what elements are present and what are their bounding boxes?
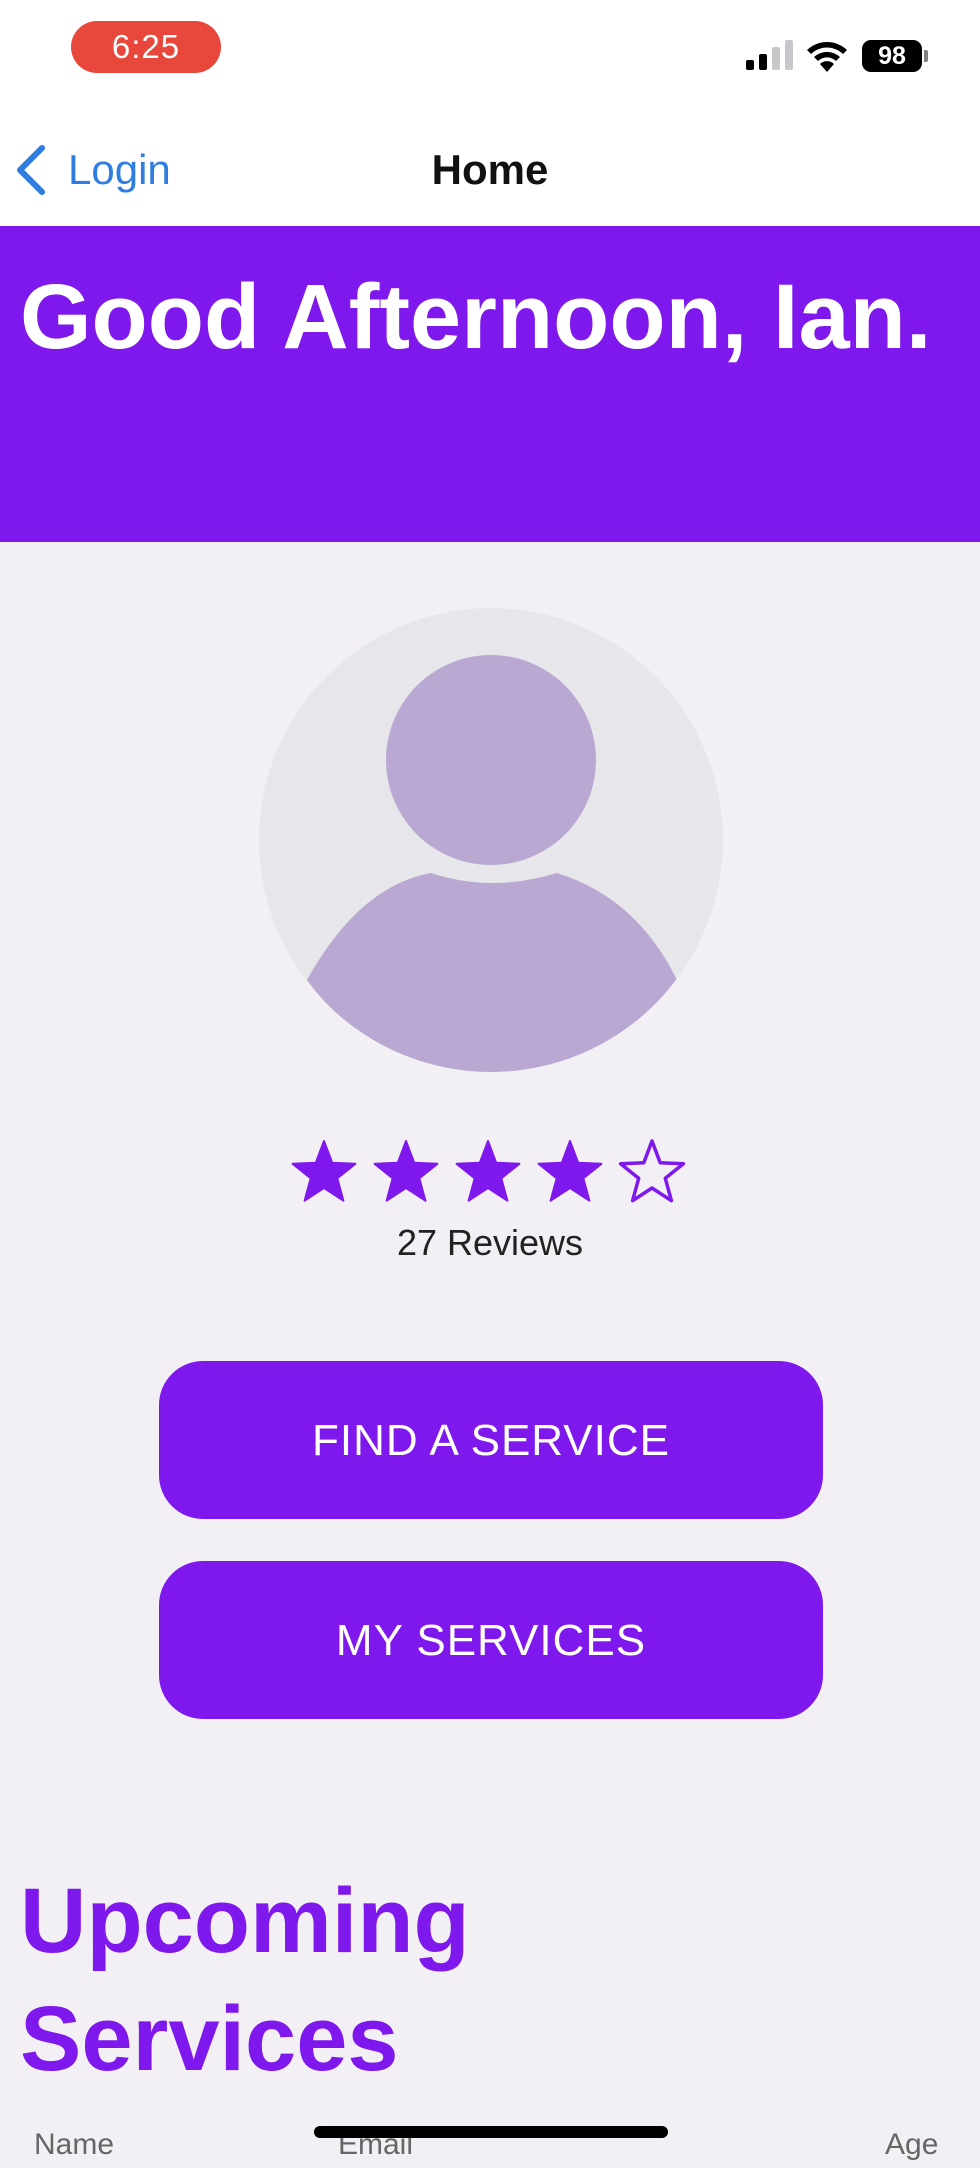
cellular-signal-icon	[746, 40, 793, 70]
home-indicator[interactable]	[314, 2126, 668, 2138]
star-filled-icon	[373, 1140, 439, 1202]
star-outline-icon	[618, 1139, 686, 1203]
status-bar: 6:25 98	[0, 0, 980, 110]
status-time: 6:25	[71, 21, 221, 73]
page-title: Home	[431, 146, 549, 193]
avatar[interactable]	[259, 608, 723, 1072]
battery-tip	[924, 50, 928, 62]
greeting-text: Good Afternoon, Ian.	[20, 266, 932, 368]
star-filled-icon	[291, 1140, 357, 1202]
reviews-count: 27 Reviews	[396, 1222, 584, 1263]
star-filled-icon	[537, 1140, 603, 1202]
person-silhouette-icon	[307, 655, 677, 1072]
star-filled-icon	[455, 1140, 521, 1202]
battery-icon: 98	[862, 40, 922, 72]
column-header-age[interactable]: Age	[885, 2128, 938, 2162]
navigation-bar: Login Home	[0, 110, 980, 226]
column-header-name[interactable]: Name	[34, 2128, 114, 2162]
greeting-banner: Good Afternoon, Ian.	[0, 226, 980, 542]
rating-stars	[291, 1139, 686, 1203]
my-services-button[interactable]: MY SERVICES	[159, 1561, 823, 1719]
upcoming-services-title: Upcoming Services	[20, 1870, 470, 2090]
find-a-service-button[interactable]: FIND A SERVICE	[159, 1361, 823, 1519]
wifi-icon	[807, 42, 847, 72]
